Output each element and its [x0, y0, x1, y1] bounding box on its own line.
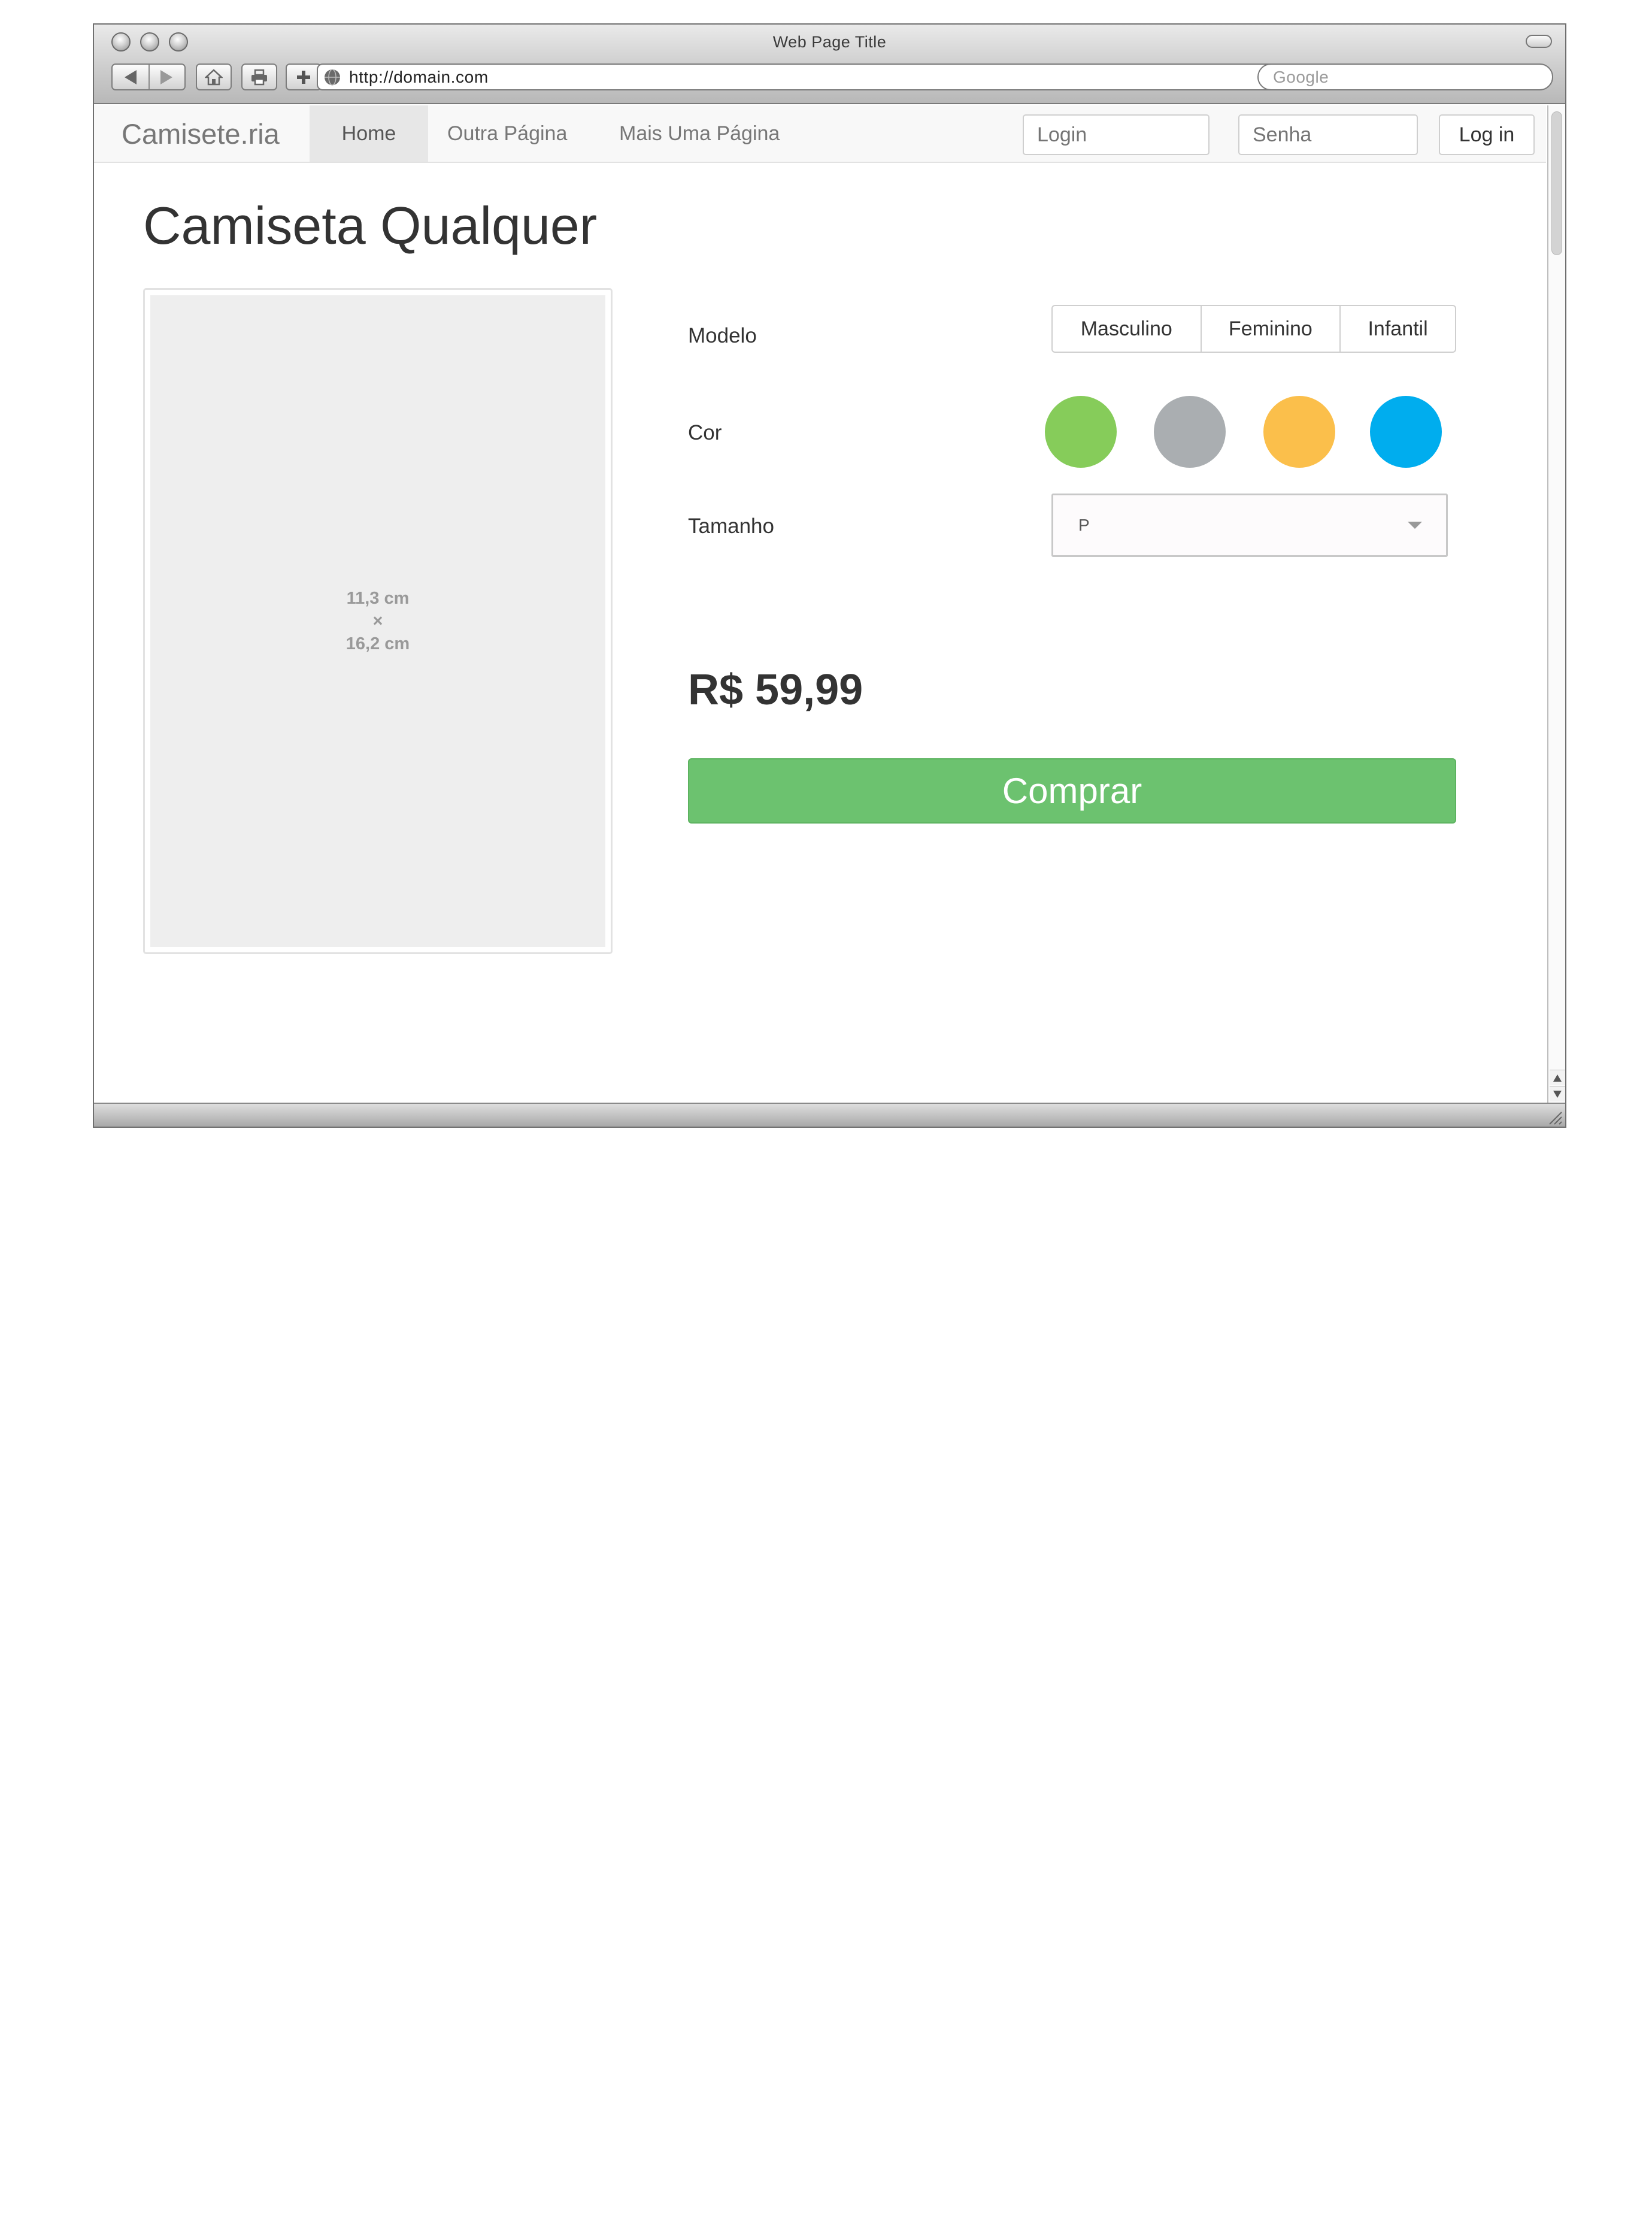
forward-arrow-icon [160, 69, 172, 84]
print-button[interactable] [241, 63, 277, 90]
home-button[interactable] [196, 63, 232, 90]
image-dimension-separator: × [372, 612, 383, 631]
site-navbar: Camisete.ria Home Outra Página Mais Uma … [94, 105, 1546, 163]
triangle-up-icon [1553, 1074, 1562, 1082]
browser-window: Web Page Title http://domain.com Google … [93, 23, 1566, 1128]
add-bookmark-button[interactable] [286, 63, 322, 90]
browser-statusbar [94, 1103, 1565, 1127]
back-arrow-icon [125, 69, 137, 84]
product-image-placeholder: 11,3 cm × 16,2 cm [150, 295, 605, 947]
image-width-label: 11,3 cm [346, 589, 410, 608]
nav-item-outra-pagina[interactable]: Outra Página [447, 105, 567, 162]
color-swatch-blue[interactable] [1370, 396, 1442, 468]
url-text: http://domain.com [349, 67, 489, 86]
vertical-scrollbar[interactable] [1547, 105, 1565, 1103]
back-button[interactable] [113, 69, 148, 85]
modelo-feminino-button[interactable]: Feminino [1202, 306, 1341, 352]
chevron-down-icon [1408, 522, 1422, 529]
password-input[interactable] [1238, 114, 1418, 155]
browser-titlebar: Web Page Title http://domain.com Google [94, 25, 1565, 104]
product-title: Camiseta Qualquer [143, 196, 598, 255]
forward-button[interactable] [148, 69, 184, 85]
search-placeholder: Google [1273, 67, 1329, 86]
globe-icon [325, 68, 340, 86]
tamanho-select[interactable]: P [1051, 494, 1448, 557]
color-swatch-yellow[interactable] [1263, 396, 1335, 468]
modelo-segmented-control: Masculino Feminino Infantil [1051, 305, 1456, 353]
product-image-frame: 11,3 cm × 16,2 cm [143, 288, 613, 954]
triangle-down-icon [1553, 1090, 1562, 1098]
nav-item-home[interactable]: Home [310, 105, 428, 162]
cor-label: Cor [688, 421, 722, 444]
brand-logo[interactable]: Camisete.ria [122, 117, 280, 150]
tamanho-label: Tamanho [688, 514, 774, 538]
image-height-label: 16,2 cm [345, 634, 410, 653]
color-swatch-gray[interactable] [1154, 396, 1226, 468]
nav-item-mais-uma-pagina[interactable]: Mais Uma Página [619, 105, 780, 162]
buy-button[interactable]: Comprar [688, 758, 1456, 824]
toolbar-toggle-button[interactable] [1526, 35, 1552, 48]
modelo-infantil-button[interactable]: Infantil [1341, 306, 1455, 352]
login-input[interactable] [1023, 114, 1210, 155]
printer-icon [251, 69, 267, 85]
resize-grip-icon[interactable] [1546, 1109, 1563, 1125]
page-viewport: Camisete.ria Home Outra Página Mais Uma … [94, 105, 1546, 1103]
plus-icon [297, 70, 310, 84]
browser-search-field[interactable]: Google [1257, 63, 1553, 90]
modelo-masculino-button[interactable]: Masculino [1053, 306, 1202, 352]
modelo-label: Modelo [688, 324, 757, 347]
product-price: R$ 59,99 [688, 666, 863, 714]
home-icon [205, 68, 223, 85]
scrollbar-thumb[interactable] [1551, 111, 1562, 255]
scroll-down-button[interactable] [1550, 1086, 1565, 1101]
history-nav-group [111, 63, 186, 90]
window-title: Web Page Title [772, 33, 887, 51]
color-swatch-green[interactable] [1045, 396, 1117, 468]
tamanho-selected-value: P [1078, 516, 1090, 534]
address-bar[interactable]: http://domain.com [317, 63, 1341, 90]
scroll-up-button[interactable] [1550, 1070, 1565, 1085]
login-button[interactable]: Log in [1439, 114, 1535, 155]
